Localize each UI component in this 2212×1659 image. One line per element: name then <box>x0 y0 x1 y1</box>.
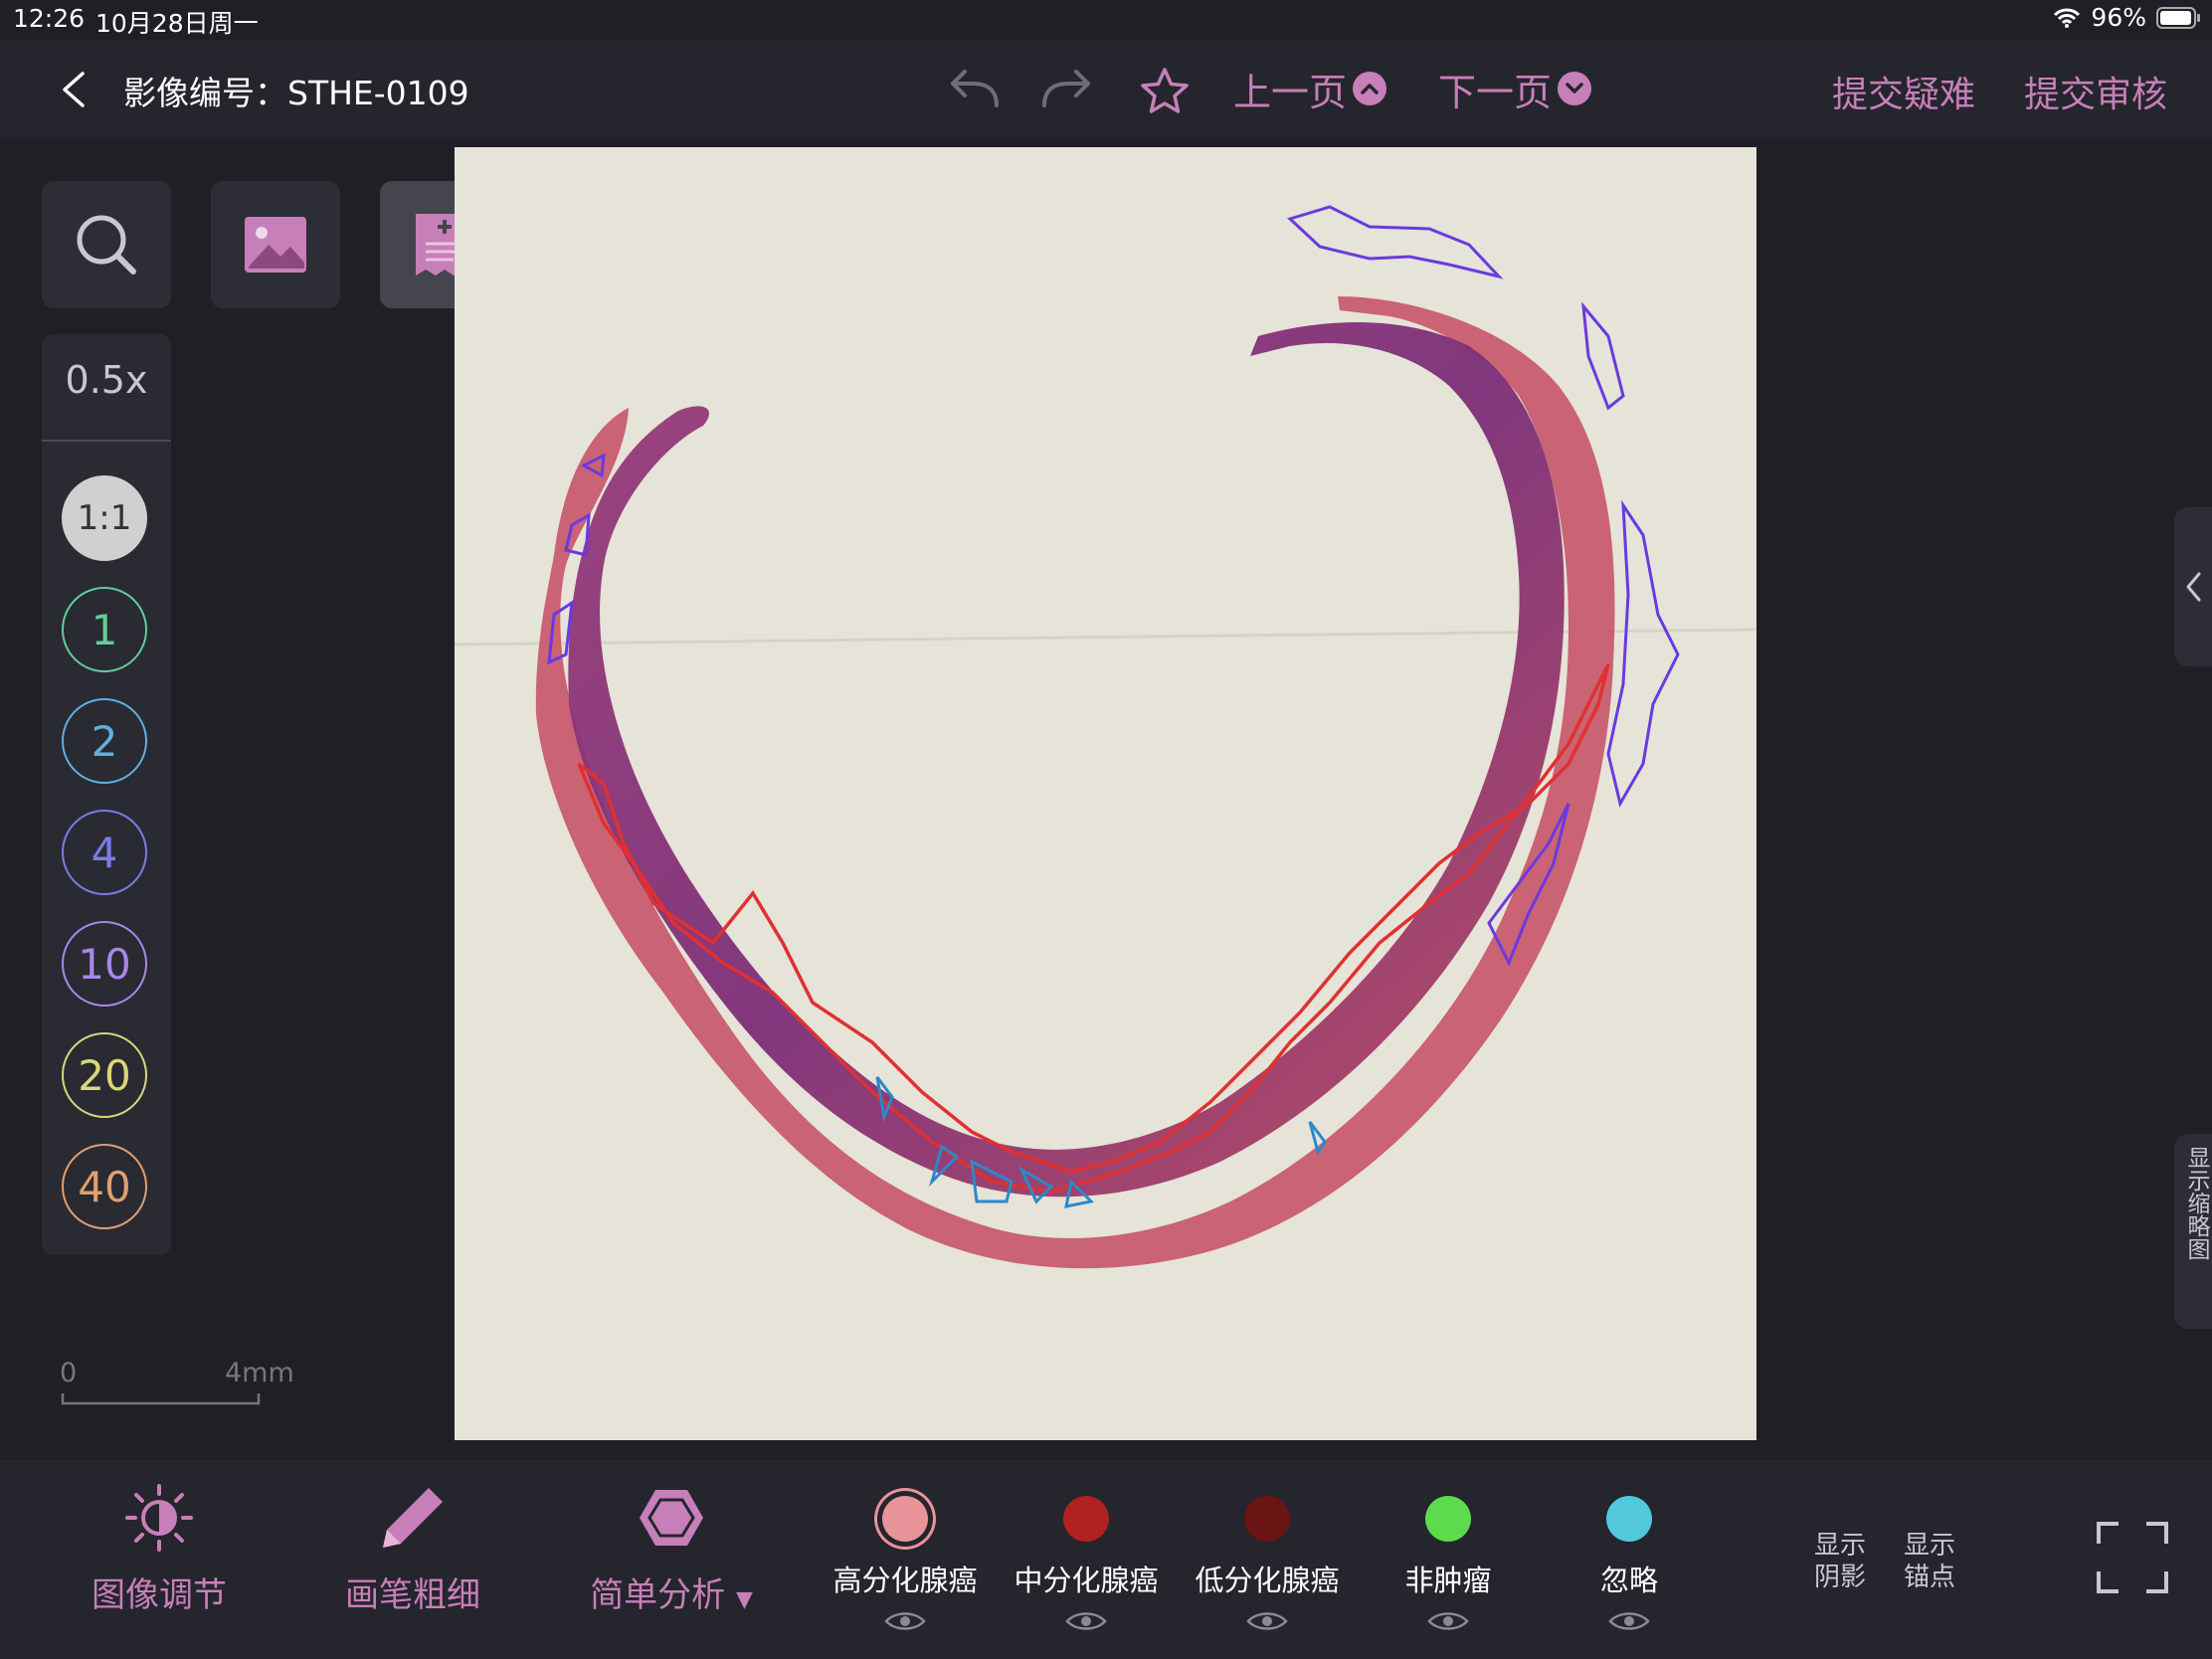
label-category-name: 中分化腺癌 <box>1014 1564 1159 1597</box>
label-category-name: 非肿瘤 <box>1404 1564 1492 1597</box>
star-icon <box>1141 68 1189 113</box>
zoom-button-2[interactable]: 2 <box>62 698 147 784</box>
brightness-contrast-icon <box>125 1484 193 1552</box>
image-tool-button[interactable] <box>211 181 340 308</box>
label-category-name: 忽略 <box>1599 1564 1658 1597</box>
undo-button[interactable] <box>945 68 1005 111</box>
eye-icon[interactable] <box>1607 1609 1651 1633</box>
zoom-level-readout: 0.5x <box>65 358 148 402</box>
favorite-button[interactable] <box>1139 66 1191 117</box>
battery-percent: 96% <box>2091 3 2146 32</box>
eye-icon[interactable] <box>883 1609 927 1633</box>
label-color-swatch <box>1425 1496 1471 1542</box>
label-color-swatch <box>882 1496 928 1542</box>
scale-bar-start: 0 <box>60 1358 78 1388</box>
show-anchor-toggle[interactable]: 显示锚点 <box>1900 1530 1959 1593</box>
eye-icon[interactable] <box>1426 1609 1470 1633</box>
pencil-icon <box>383 1488 443 1548</box>
zoom-button-4[interactable]: 10 <box>62 921 147 1007</box>
thumbnail-toggle-label: 显示缩略图 <box>2183 1146 2209 1260</box>
label-color-swatch <box>1606 1496 1652 1542</box>
chevron-up-icon <box>1353 72 1387 105</box>
slide-viewer[interactable] <box>455 147 1756 1440</box>
chevron-left-icon <box>63 72 85 107</box>
battery-icon <box>2156 6 2200 29</box>
redo-icon <box>1042 70 1090 107</box>
image-id-title: 影像编号：STHE-0109 <box>123 74 469 112</box>
back-button[interactable] <box>55 70 94 109</box>
eye-icon[interactable] <box>1064 1609 1108 1633</box>
label-category-name: 低分化腺癌 <box>1195 1564 1340 1597</box>
fullscreen-icon <box>2097 1522 2168 1593</box>
side-panel-toggle[interactable] <box>2174 507 2212 666</box>
label-category-name: 高分化腺癌 <box>832 1564 978 1597</box>
search-icon <box>77 215 136 275</box>
zoom-divider <box>42 440 171 442</box>
scale-bar-line <box>61 1393 261 1405</box>
label-category-1[interactable]: 中分化腺癌 <box>1012 1482 1161 1641</box>
status-bar <box>0 0 2212 40</box>
zoom-button-1[interactable]: 1 <box>62 587 147 672</box>
label-category-4[interactable]: 忽略 <box>1555 1482 1704 1641</box>
next-page-label: 下一页 <box>1438 70 1553 114</box>
status-time: 12:26 <box>13 4 86 33</box>
status-date: 10月28日周一 <box>95 9 259 38</box>
label-color-swatch <box>1063 1496 1109 1542</box>
simple-analysis-label: 简单分析 ▼ <box>590 1575 753 1615</box>
submit-review-button[interactable]: 提交审核 <box>2024 66 2167 117</box>
label-category-3[interactable]: 非肿瘤 <box>1374 1482 1523 1641</box>
prev-page-button[interactable]: 上一页 <box>1233 64 1387 114</box>
hexagon-icon <box>640 1490 703 1546</box>
status-indicators: 96% <box>2053 3 2202 32</box>
brush-width-label: 画笔粗细 <box>345 1575 480 1615</box>
caret-down-icon: ▼ <box>735 1587 753 1612</box>
image-adjust-label: 图像调节 <box>92 1575 227 1615</box>
prev-page-label: 上一页 <box>1233 70 1348 114</box>
tissue-slide-image <box>455 147 1756 1440</box>
scale-bar: 0 4mm <box>60 1358 294 1407</box>
scale-bar-end: 4mm <box>225 1358 294 1388</box>
zoom-button-6[interactable]: 40 <box>62 1144 147 1229</box>
chevron-left-icon <box>2186 572 2201 602</box>
zoom-button-5[interactable]: 20 <box>62 1032 147 1118</box>
image-adjust-button[interactable]: 图像调节 <box>90 1482 229 1641</box>
image-icon <box>245 217 306 273</box>
zoom-button-3[interactable]: 4 <box>62 810 147 895</box>
submit-question-button[interactable]: 提交疑难 <box>1832 66 1975 117</box>
eye-icon[interactable] <box>1245 1609 1289 1633</box>
label-category-0[interactable]: 高分化腺癌 <box>830 1482 980 1641</box>
zoom-button-0[interactable]: 1:1 <box>62 475 147 561</box>
fullscreen-button[interactable] <box>2095 1520 2170 1595</box>
show-shadow-toggle[interactable]: 显示阴影 <box>1810 1530 1870 1593</box>
brush-width-button[interactable]: 画笔粗细 <box>343 1482 482 1641</box>
wifi-icon <box>2054 8 2081 28</box>
label-category-2[interactable]: 低分化腺癌 <box>1193 1482 1342 1641</box>
label-color-swatch <box>1244 1496 1290 1542</box>
next-page-button[interactable]: 下一页 <box>1438 64 1592 114</box>
search-tool-button[interactable] <box>42 181 171 308</box>
undo-icon <box>951 70 999 107</box>
chevron-down-icon <box>1558 72 1592 105</box>
redo-button[interactable] <box>1036 68 1096 111</box>
simple-analysis-button[interactable]: 简单分析 ▼ <box>582 1482 761 1641</box>
